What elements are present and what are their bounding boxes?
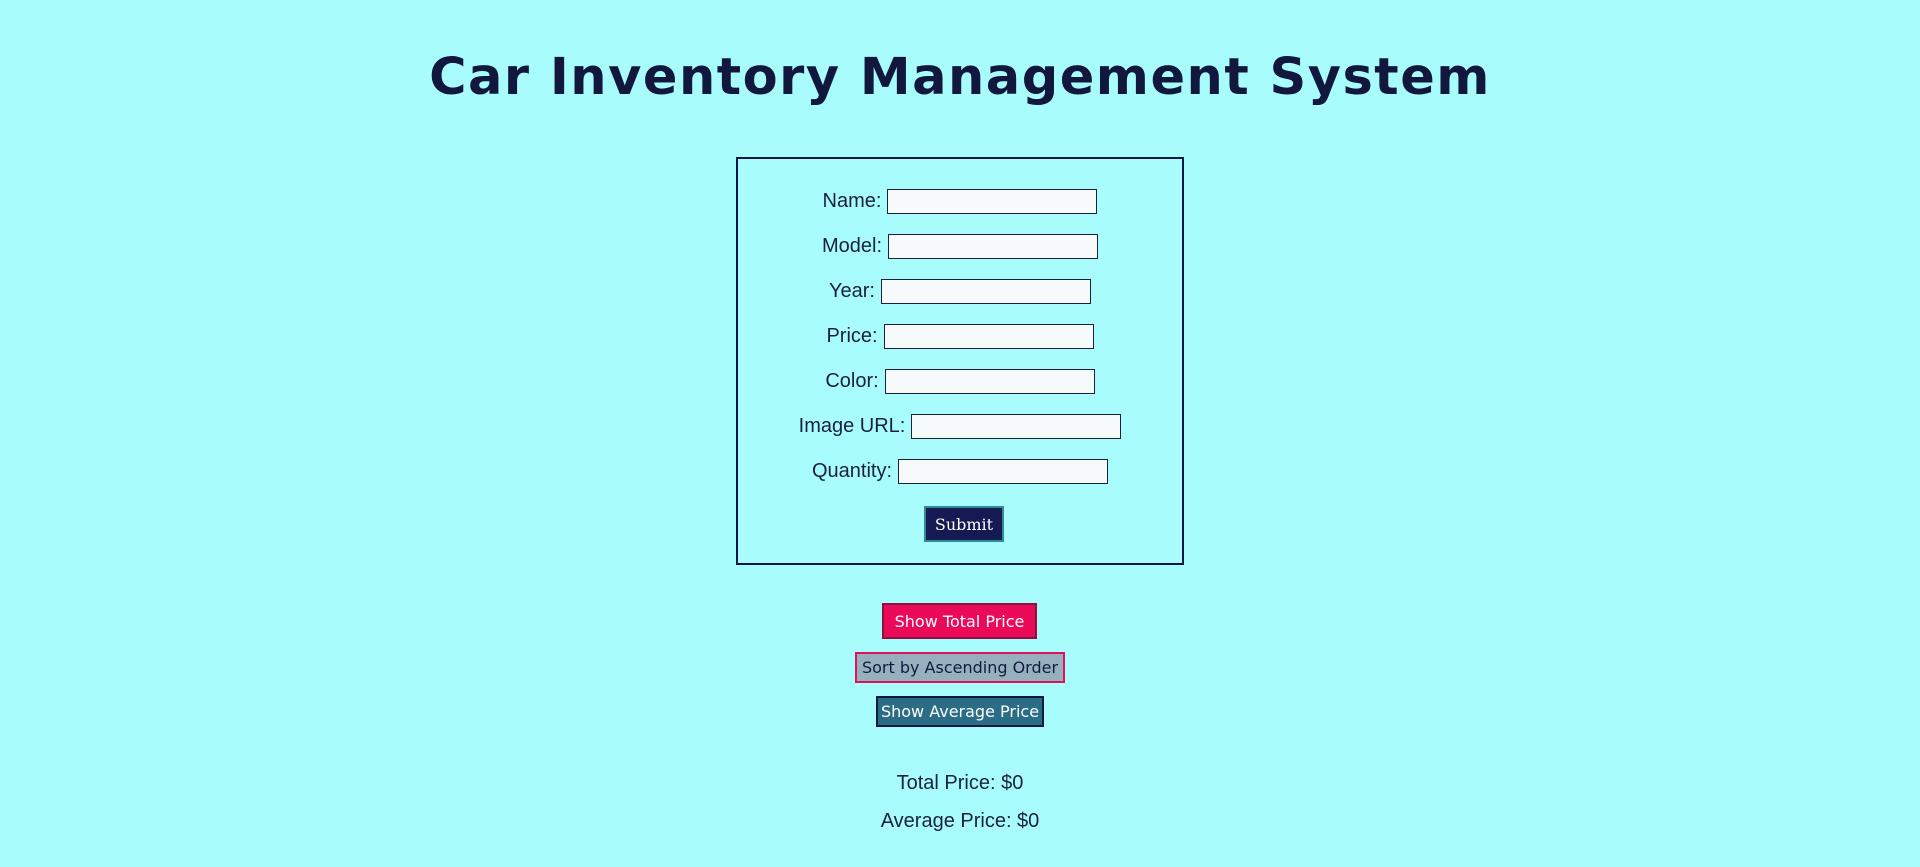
car-form: Name: Model: Year: Price: Color: Image U…: [736, 157, 1184, 565]
image-url-label: Image URL:: [798, 414, 906, 437]
image-url-row: Image URL:: [738, 411, 1182, 441]
show-average-price-button[interactable]: Show Average Price: [876, 696, 1044, 727]
quantity-row: Quantity:: [738, 456, 1182, 486]
sort-ascending-button[interactable]: Sort by Ascending Order: [855, 652, 1065, 683]
show-total-price-button[interactable]: Show Total Price: [882, 603, 1037, 639]
color-input[interactable]: [884, 368, 1095, 394]
price-label: Price:: [826, 324, 878, 347]
name-input[interactable]: [887, 188, 1098, 214]
page-title: Car Inventory Management System: [429, 48, 1491, 107]
quantity-label: Quantity:: [811, 459, 893, 482]
submit-button[interactable]: Submit: [924, 506, 1004, 542]
image-url-input[interactable]: [911, 413, 1122, 439]
color-row: Color:: [738, 366, 1182, 396]
price-row: Price:: [738, 321, 1182, 351]
name-row: Name:: [738, 186, 1182, 216]
color-label: Color:: [825, 369, 879, 392]
year-row: Year:: [738, 276, 1182, 306]
model-row: Model:: [738, 231, 1182, 261]
model-label: Model:: [821, 234, 883, 257]
name-label: Name:: [822, 189, 882, 212]
average-price-text: Average Price: $0: [880, 810, 1040, 832]
model-input[interactable]: [888, 233, 1099, 259]
year-input[interactable]: [880, 278, 1091, 304]
year-label: Year:: [829, 279, 875, 302]
total-price-text: Total Price: $0: [896, 772, 1024, 794]
price-input[interactable]: [883, 323, 1094, 349]
quantity-input[interactable]: [898, 458, 1109, 484]
